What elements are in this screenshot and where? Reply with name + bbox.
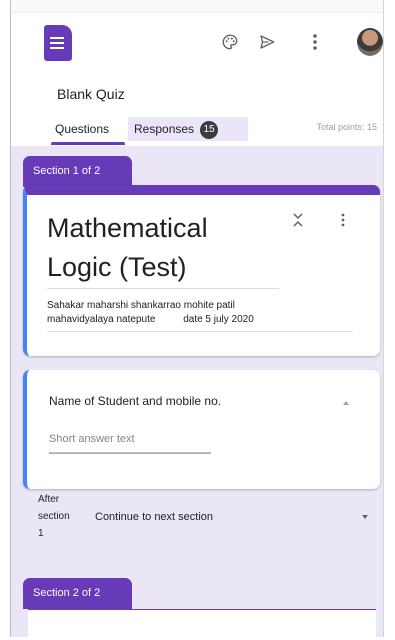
description-underline — [47, 331, 353, 332]
question-card[interactable]: Name of Student and mobile no. Short ans… — [23, 370, 380, 489]
question-title[interactable]: Name of Student and mobile no. — [49, 394, 221, 408]
description-line-1: Sahakar maharshi shankarrao mohite patil — [47, 300, 235, 311]
after-section-label-line-2: section — [38, 511, 70, 522]
form-canvas: Section 1 of 2 Mathematical Logic (Test)… — [11, 146, 383, 637]
after-section-label-line-3: 1 — [38, 528, 44, 539]
section-title-line-2: Logic (Test) — [47, 252, 187, 282]
section-2-card-top — [28, 609, 376, 640]
title-underline — [47, 288, 279, 289]
dropdown-arrow-icon[interactable] — [362, 515, 368, 519]
short-answer-underline — [49, 452, 211, 454]
tab-responses[interactable]: Responses 15 — [128, 117, 248, 141]
total-points: Total points: 15 — [316, 122, 377, 132]
section-2-label: Section 2 of 2 — [23, 578, 132, 609]
section-description[interactable]: Sahakar maharshi shankarrao mohite patil… — [47, 299, 347, 327]
section-title[interactable]: Mathematical Logic (Test) — [47, 209, 208, 287]
tab-questions[interactable]: Questions — [55, 117, 109, 141]
tab-responses-label: Responses — [134, 122, 195, 136]
user-avatar[interactable] — [357, 28, 383, 56]
more-vert-icon[interactable] — [303, 30, 327, 54]
after-section-label: After section 1 — [38, 491, 70, 542]
palette-icon[interactable] — [218, 30, 242, 54]
tab-questions-indicator — [51, 142, 125, 145]
section-1-label: Section 1 of 2 — [23, 156, 132, 187]
form-title[interactable]: Blank Quiz — [57, 86, 125, 102]
send-icon[interactable] — [255, 30, 279, 54]
top-edge — [11, 0, 383, 13]
section-title-line-1: Mathematical — [47, 213, 208, 243]
forms-app-icon[interactable] — [44, 25, 72, 61]
description-line-2: mahavidyalaya natepute date 5 july 2020 — [47, 314, 254, 325]
after-section-label-line-1: After — [38, 494, 60, 505]
responses-count-badge: 15 — [200, 120, 219, 139]
section-more-icon[interactable] — [341, 213, 345, 231]
expand-question-icon[interactable] — [343, 394, 349, 410]
after-section-dropdown[interactable]: Continue to next section — [95, 511, 213, 523]
short-answer-placeholder: Short answer text — [49, 433, 135, 445]
section-1-header-card[interactable]: Mathematical Logic (Test) Sahakar mahars… — [23, 185, 380, 356]
collapse-section-icon[interactable] — [293, 212, 303, 232]
